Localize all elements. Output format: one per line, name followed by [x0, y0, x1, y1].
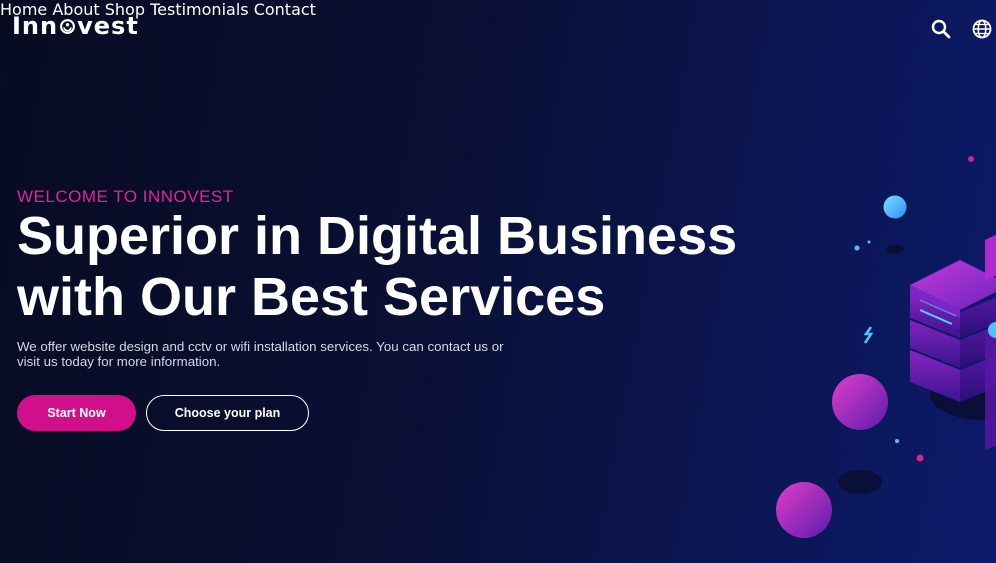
search-icon — [931, 19, 951, 39]
hero-headline-line2: with Our Best Services — [17, 267, 606, 327]
nav-item-contact[interactable]: Contact — [254, 0, 316, 19]
brand-logo[interactable]: Inn vest — [12, 10, 139, 42]
main-nav: Home About Shop Testimonials Contact — [0, 0, 996, 19]
start-now-button[interactable]: Start Now — [17, 395, 136, 431]
globe-icon — [972, 19, 992, 39]
nav-item-testimonials[interactable]: Testimonials — [150, 0, 249, 19]
hero-description-line2: visit us today for more information. — [17, 354, 221, 369]
hero-headline: Superior in Digital Business with Our Be… — [17, 206, 777, 328]
hero-description-line1: We offer website design and cctv or wifi… — [17, 339, 504, 354]
choose-plan-button[interactable]: Choose your plan — [146, 395, 309, 431]
hero-headline-line1: Superior in Digital Business — [17, 206, 738, 266]
server-stack-illustration — [776, 156, 996, 538]
page: Inn vest Home About Shop Testimonials Co… — [0, 0, 996, 563]
swirl-logo-icon — [60, 19, 76, 34]
brand-name-suffix: vest — [77, 12, 139, 40]
language-button[interactable] — [971, 18, 993, 40]
brand-name-prefix: Inn — [12, 12, 59, 40]
hero-eyebrow: WELCOME TO INNOVEST — [17, 187, 234, 206]
hero-description: We offer website design and cctv or wifi… — [17, 339, 527, 369]
search-button[interactable] — [930, 18, 952, 40]
